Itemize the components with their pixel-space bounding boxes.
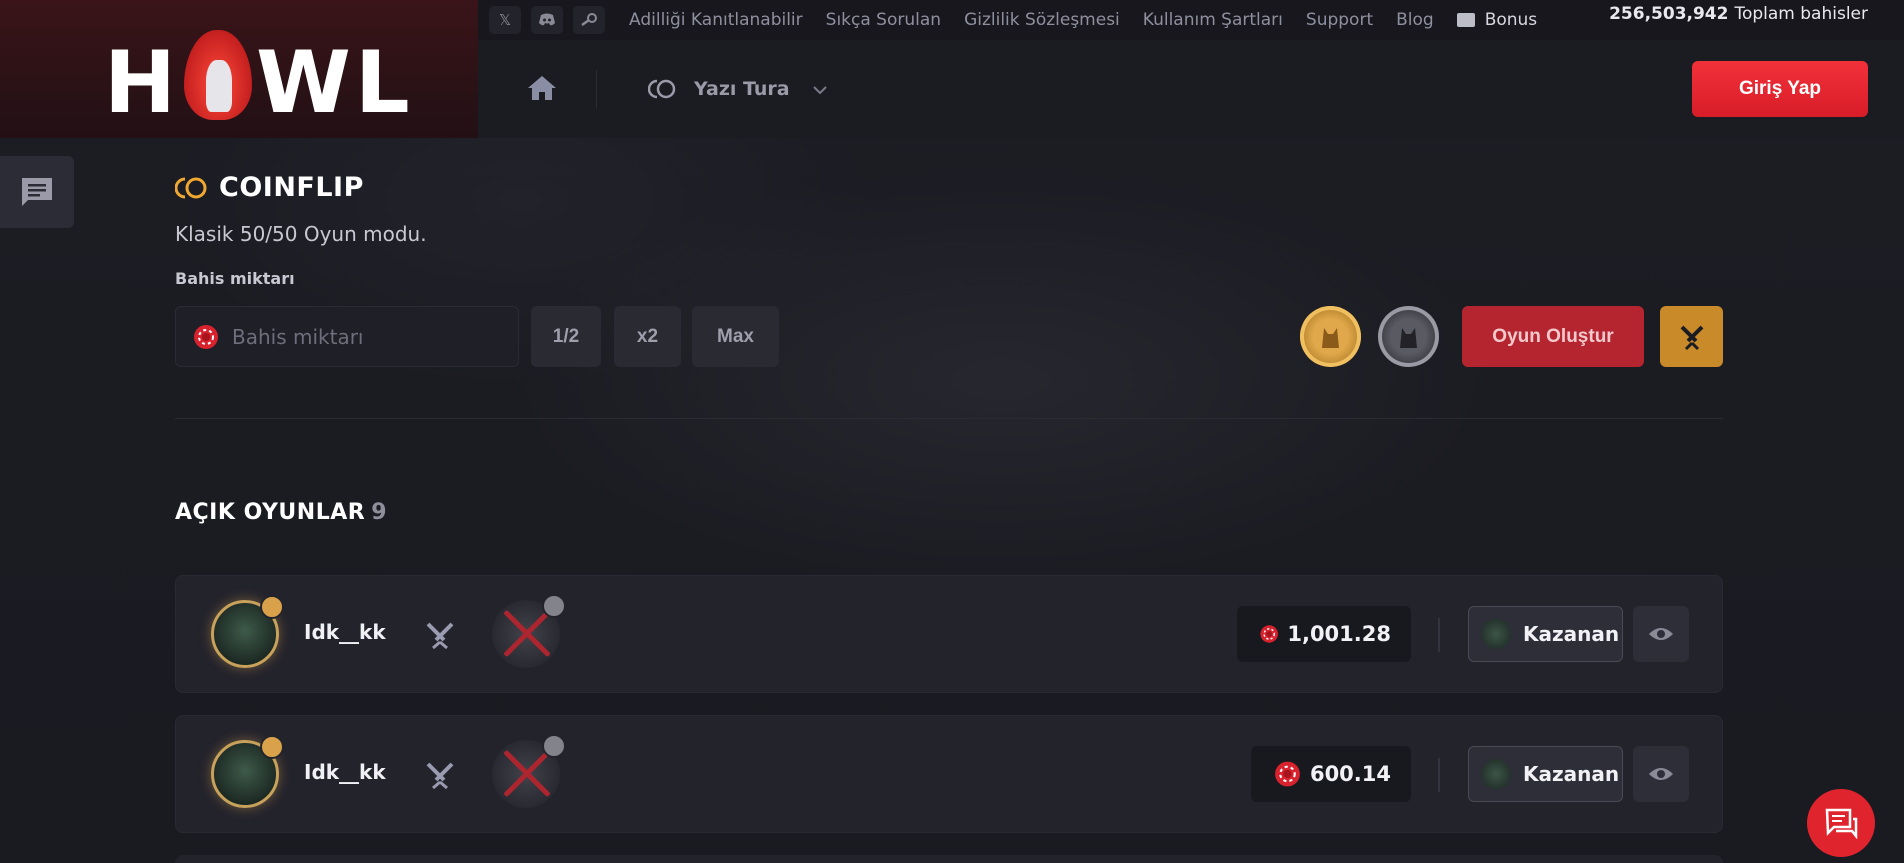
- level-badge: [542, 734, 566, 758]
- coinflip-icon: [647, 78, 678, 100]
- nav-divider: [596, 70, 597, 108]
- flame-wolf-icon: [183, 30, 252, 120]
- double-bet-button[interactable]: x2: [614, 306, 681, 367]
- home-icon[interactable]: [526, 74, 558, 102]
- link-blog[interactable]: Blog: [1396, 10, 1434, 30]
- view-game-button[interactable]: [1633, 606, 1689, 662]
- chip-icon: [1275, 761, 1300, 787]
- chat-bubble-icon: [1825, 808, 1858, 839]
- chat-toggle-button[interactable]: [0, 156, 74, 228]
- game-row: Idk__kk 1,001.28 Kazanan: [175, 575, 1723, 693]
- winner-label: Kazanan: [1523, 762, 1620, 786]
- link-support[interactable]: Support: [1306, 10, 1373, 30]
- bet-amount: 600.14: [1251, 746, 1411, 802]
- gift-icon: [1456, 13, 1475, 27]
- chip-icon: [1260, 625, 1278, 643]
- winner-label: Kazanan: [1523, 622, 1620, 646]
- total-bets-value: 256,503,942: [1609, 3, 1729, 24]
- username[interactable]: Idk__kk: [304, 760, 386, 784]
- link-provably-fair[interactable]: Adilliği Kanıtlanabilir: [629, 10, 803, 30]
- howl-logo[interactable]: H WL: [104, 30, 414, 126]
- chevron-down-icon: [812, 80, 828, 99]
- winner-button[interactable]: Kazanan: [1468, 746, 1623, 802]
- winner-avatar: [1481, 619, 1511, 649]
- discord-icon[interactable]: [531, 6, 563, 34]
- level-badge: [542, 594, 566, 618]
- total-bets-label: Toplam bahisler: [1734, 3, 1868, 24]
- swords-icon: [424, 760, 456, 790]
- page-subtitle: Klasik 50/50 Oyun modu.: [175, 222, 427, 246]
- silver-side-coin[interactable]: [1378, 306, 1439, 367]
- swords-button[interactable]: [1660, 306, 1723, 367]
- level-badge: [260, 735, 284, 759]
- page-title: COINFLIP: [219, 172, 364, 203]
- create-game-button[interactable]: Oyun Oluştur: [1462, 306, 1644, 367]
- bet-amount-label: Bahis miktarı: [175, 269, 295, 288]
- game-selector-label: Yazı Tura: [694, 78, 790, 100]
- username[interactable]: Idk__kk: [304, 620, 386, 644]
- link-faq[interactable]: Sıkça Sorulan: [826, 10, 941, 30]
- empty-opponent-slot[interactable]: [492, 734, 566, 808]
- top-links: Adilliği Kanıtlanabilir Sıkça Sorulan Gi…: [629, 10, 1537, 30]
- gold-side-coin[interactable]: [1300, 306, 1361, 367]
- x-twitter-icon[interactable]: 𝕏: [489, 6, 521, 34]
- max-bet-button[interactable]: Max: [692, 306, 779, 367]
- empty-opponent-slot[interactable]: [492, 594, 566, 668]
- support-chat-button[interactable]: [1807, 789, 1875, 857]
- eye-icon: [1649, 768, 1673, 780]
- avatar[interactable]: [211, 595, 284, 668]
- open-games-title: AÇIK OYUNLAR: [175, 500, 366, 525]
- winner-avatar: [1481, 759, 1511, 789]
- wolf-icon: [1400, 328, 1417, 348]
- winner-button[interactable]: Kazanan: [1468, 606, 1623, 662]
- swords-icon: [1680, 325, 1703, 350]
- bet-amount-value: 600.14: [1309, 762, 1391, 786]
- bet-amount-input[interactable]: [232, 324, 512, 349]
- open-games-heading: AÇIK OYUNLAR 9: [175, 500, 387, 525]
- section-divider: [175, 418, 1723, 419]
- wolf-icon: [1322, 328, 1339, 348]
- level-badge: [260, 595, 284, 619]
- link-terms[interactable]: Kullanım Şartları: [1143, 10, 1283, 30]
- eye-icon: [1649, 628, 1673, 640]
- link-privacy[interactable]: Gizlilik Sözleşmesi: [964, 10, 1120, 30]
- top-bar: 𝕏 Adilliği Kanıtlanabilir Sıkça Sorulan …: [478, 0, 1904, 40]
- bonus-link[interactable]: Bonus: [1456, 10, 1538, 30]
- game-row-partial: [175, 855, 1723, 863]
- chip-icon: [194, 324, 218, 349]
- game-row: Idk__kk 600.14 Kazanan: [175, 715, 1723, 833]
- row-divider: [1438, 618, 1440, 652]
- avatar[interactable]: [211, 735, 284, 808]
- half-bet-button[interactable]: 1/2: [531, 306, 601, 367]
- nav-bar: Yazı Tura Giriş Yap: [478, 40, 1904, 138]
- logo-area: H WL: [0, 0, 478, 138]
- open-games-count: 9: [371, 500, 387, 525]
- page-title-row: COINFLIP: [174, 172, 364, 203]
- bonus-label: Bonus: [1484, 10, 1538, 30]
- swords-icon: [424, 620, 456, 650]
- view-game-button[interactable]: [1633, 746, 1689, 802]
- game-selector[interactable]: Yazı Tura: [647, 70, 828, 108]
- bet-amount-field[interactable]: [175, 306, 519, 367]
- bet-amount-value: 1,001.28: [1287, 622, 1391, 646]
- steam-icon[interactable]: [573, 6, 605, 34]
- login-button[interactable]: Giriş Yap: [1692, 61, 1868, 117]
- coinflip-icon: [174, 176, 209, 200]
- chat-icon: [22, 178, 52, 206]
- row-divider: [1438, 758, 1440, 792]
- bet-amount: 1,001.28: [1237, 606, 1411, 662]
- total-bets: 256,503,942 Toplam bahisler: [1609, 0, 1868, 27]
